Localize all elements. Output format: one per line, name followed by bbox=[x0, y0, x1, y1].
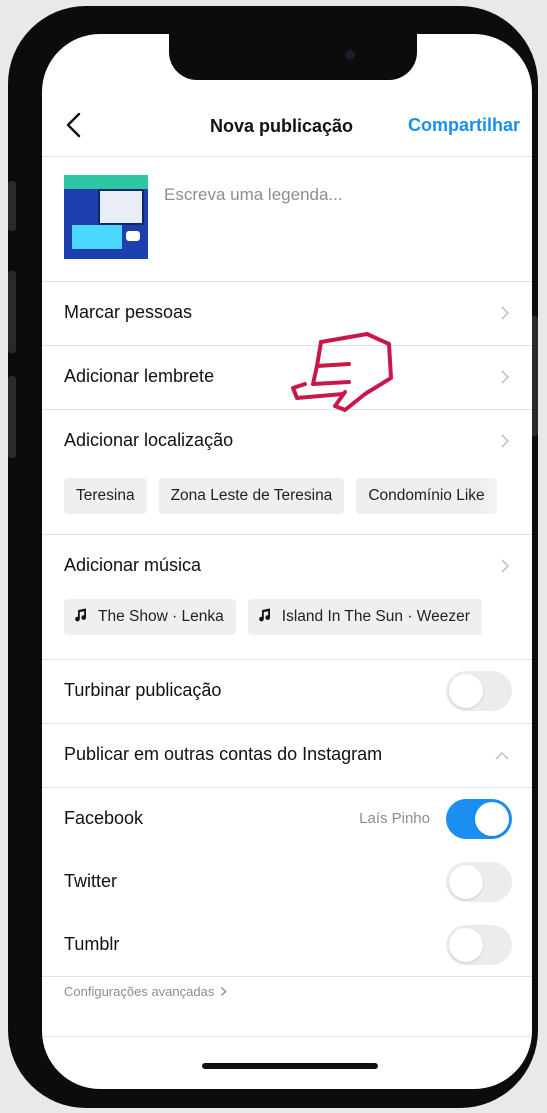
chevron-right-icon bbox=[501, 434, 510, 448]
tumblr-row: Tumblr bbox=[42, 914, 532, 977]
volume-down-button bbox=[8, 376, 16, 458]
share-button[interactable]: Compartilhar bbox=[408, 115, 520, 136]
chevron-right-icon bbox=[501, 559, 510, 573]
home-indicator bbox=[202, 1063, 378, 1069]
phone-frame: Nova publicação Compartilhar Marcar pess… bbox=[8, 6, 538, 1108]
twitter-label: Twitter bbox=[64, 871, 118, 891]
music-chip[interactable]: Island In The Sun · Weezer bbox=[247, 599, 482, 635]
front-camera bbox=[345, 50, 355, 60]
tumblr-label: Tumblr bbox=[64, 934, 120, 954]
caption-section bbox=[42, 157, 532, 282]
advanced-settings-link[interactable]: Configurações avançadas bbox=[64, 984, 227, 999]
add-location-section: Adicionar localização Teresina Zona Lest… bbox=[42, 410, 532, 535]
twitter-row: Twitter bbox=[42, 851, 532, 914]
add-location-label[interactable]: Adicionar localização bbox=[64, 430, 233, 451]
tag-people-label: Marcar pessoas bbox=[64, 302, 193, 322]
silent-switch bbox=[8, 181, 16, 231]
music-chip[interactable]: The Show · Lenka bbox=[64, 599, 236, 635]
pointing-hand-icon bbox=[291, 332, 393, 412]
back-arrow-icon[interactable] bbox=[60, 110, 90, 140]
bottom-divider bbox=[42, 1036, 532, 1037]
location-chip[interactable]: Zona Leste de Teresina bbox=[158, 478, 345, 514]
location-suggestions: Teresina Zona Leste de Teresina Condomín… bbox=[64, 478, 497, 514]
other-accounts-label: Publicar em outras contas do Instagram bbox=[64, 744, 383, 764]
chevron-right-icon bbox=[221, 987, 227, 996]
boost-post-toggle[interactable] bbox=[446, 671, 512, 711]
facebook-label: Facebook bbox=[64, 808, 144, 828]
location-chip[interactable]: Teresina bbox=[64, 478, 147, 514]
advanced-settings-label: Configurações avançadas bbox=[64, 984, 215, 999]
add-music-label[interactable]: Adicionar música bbox=[64, 555, 201, 576]
phone-screen: Nova publicação Compartilhar Marcar pess… bbox=[42, 34, 532, 1089]
music-note-icon bbox=[258, 608, 270, 622]
other-accounts-row[interactable]: Publicar em outras contas do Instagram bbox=[42, 724, 532, 788]
boost-post-row: Turbinar publicação bbox=[42, 660, 532, 724]
music-note-icon bbox=[75, 608, 87, 622]
post-thumbnail bbox=[64, 175, 148, 259]
top-bar: Nova publicação Compartilhar bbox=[42, 96, 532, 157]
music-suggestions: The Show · Lenka Island In The Sun · Wee… bbox=[64, 599, 482, 635]
caption-input[interactable] bbox=[164, 185, 504, 205]
chevron-right-icon bbox=[501, 370, 510, 384]
chevron-up-icon bbox=[495, 751, 509, 760]
music-chip-label: The Show · Lenka bbox=[98, 608, 224, 625]
facebook-row: Facebook Laís Pinho bbox=[42, 788, 532, 851]
location-chip[interactable]: Condomínio Like bbox=[356, 478, 497, 514]
chips-fade bbox=[482, 597, 532, 637]
boost-post-label: Turbinar publicação bbox=[64, 680, 222, 700]
add-reminder-label: Adicionar lembrete bbox=[64, 366, 215, 386]
facebook-account-name: Laís Pinho bbox=[359, 810, 430, 827]
tumblr-toggle[interactable] bbox=[446, 925, 512, 965]
chevron-right-icon bbox=[501, 306, 510, 320]
notch bbox=[169, 34, 417, 80]
page-title: Nova publicação bbox=[210, 116, 354, 136]
music-chip-label: Island In The Sun · Weezer bbox=[281, 608, 470, 625]
twitter-toggle[interactable] bbox=[446, 862, 512, 902]
add-music-section: Adicionar música The Show · Lenka Island… bbox=[42, 535, 532, 660]
chips-fade bbox=[482, 476, 532, 516]
volume-up-button bbox=[8, 271, 16, 353]
facebook-toggle[interactable] bbox=[446, 799, 512, 839]
